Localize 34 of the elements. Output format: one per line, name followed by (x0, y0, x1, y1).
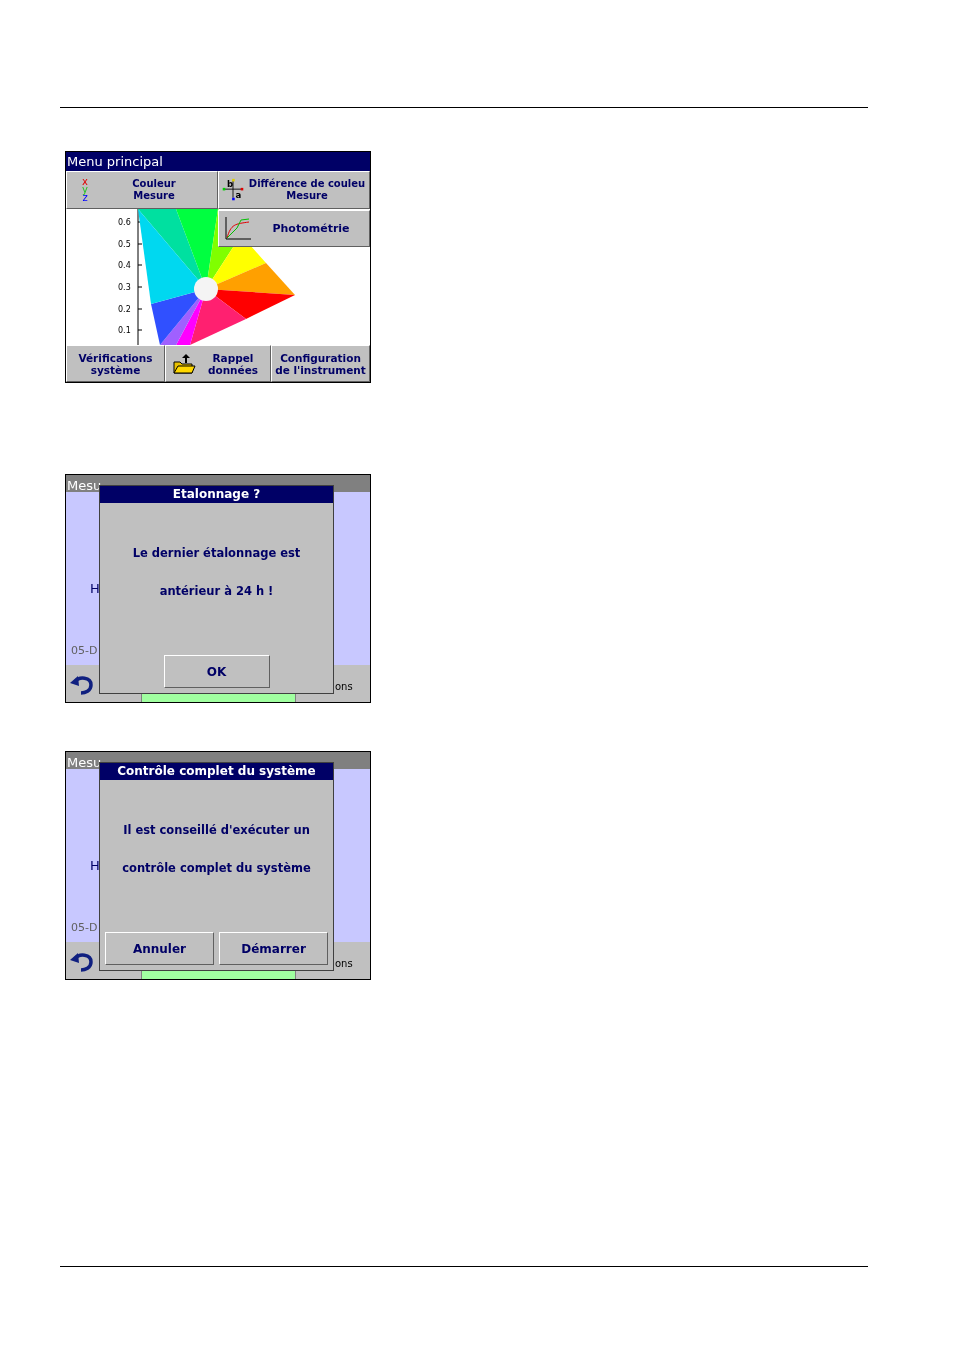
menu-button[interactable]: Vérifications système (66, 345, 165, 382)
dialog-button[interactable]: Annuler (105, 932, 214, 965)
center-glow (194, 277, 218, 301)
menu-button[interactable]: Photométrie (218, 210, 370, 247)
dialog-message: Le dernier étalonnage est (131, 546, 302, 560)
axis-tick-label: 0.4 (118, 261, 131, 270)
dialog-message: Il est conseillé d'exécuter un (122, 823, 311, 837)
date-text: 05-D (71, 921, 98, 934)
back-arrow-icon[interactable] (69, 673, 95, 695)
menu-button[interactable]: b a Différence de couleu Mesure (218, 171, 370, 209)
screen-title: Menu principal (66, 152, 370, 171)
dialog-button[interactable]: OK (163, 655, 270, 688)
menu-button[interactable]: Rappel données (165, 345, 271, 382)
dialog-title: Contrôle complet du système (100, 763, 333, 780)
dialog-message: antérieur à 24 h ! (158, 584, 275, 598)
axis-tick-label: 0.5 (118, 240, 131, 249)
dialog-title: Etalonnage ? (100, 486, 333, 503)
axis-tick-label: 0.2 (118, 305, 131, 314)
menu-button[interactable]: x y z Couleur Mesure (66, 171, 218, 209)
axis-tick-label: 0.6 (118, 218, 131, 227)
option-label: ons (335, 681, 353, 692)
option-label: ons (335, 958, 353, 969)
reading-text: H (90, 581, 100, 596)
folder-icon (172, 352, 196, 375)
xyz-icon: x y z (79, 178, 91, 202)
axis-tick-label: 0.1 (118, 326, 131, 335)
dialog-message: contrôle complet du système (121, 861, 312, 875)
menu-button[interactable]: Configuration de l'instrument (271, 345, 370, 382)
date-text: 05-D (71, 644, 98, 657)
back-arrow-icon[interactable] (69, 950, 95, 972)
axis-tick-label: 0.3 (118, 283, 131, 292)
dialog-button[interactable]: Démarrer (219, 932, 328, 965)
curve-chart-icon (223, 215, 253, 242)
reading-text: H (90, 858, 100, 873)
